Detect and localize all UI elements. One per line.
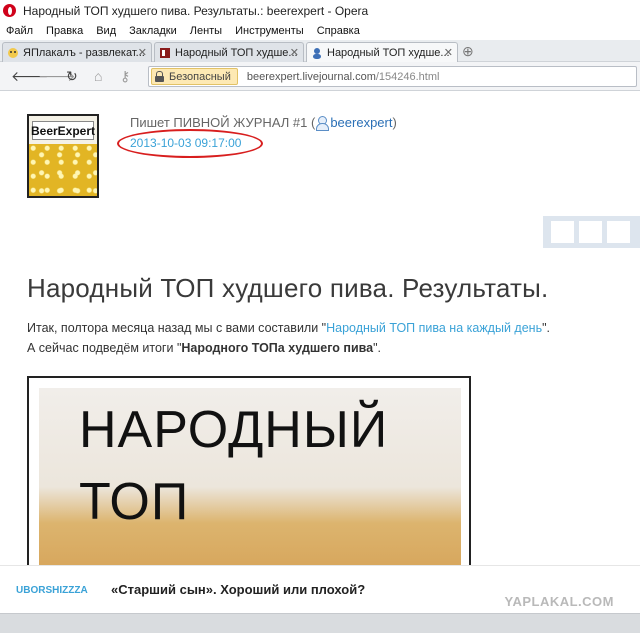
recommendation-title[interactable]: «Старший сын». Хороший или плохой?	[111, 582, 365, 597]
tab-yaplakal[interactable]: ЯПлакалъ - развлекат... ✕	[2, 42, 152, 62]
intro-bold-text: Народного ТОПа худшего пива	[181, 341, 374, 355]
security-badge[interactable]: Безопасный	[151, 68, 238, 85]
userpic-avatar[interactable]: BeerExpert	[27, 114, 99, 198]
tab-close-icon[interactable]: ✕	[138, 46, 147, 59]
menu-bookmarks[interactable]: Закладки	[129, 25, 177, 37]
livejournal-favicon-icon	[159, 47, 171, 59]
tab-label: ЯПлакалъ - развлекат...	[23, 46, 145, 59]
opera-logo-icon	[3, 4, 16, 17]
entry-title: Народный ТОП худшего пива. Результаты.	[27, 273, 549, 303]
menu-file[interactable]: Файл	[6, 25, 33, 37]
image-text-line1: НАРОДНЫЙ	[79, 401, 389, 459]
window-titlebar: Народный ТОП худшего пива. Результаты.: …	[0, 0, 640, 21]
author-username-link[interactable]: beerexpert	[330, 115, 392, 130]
post-author-line: Пишет ПИВНОЙ ЖУРНАЛ #1 (beerexpert)	[130, 115, 397, 131]
tab-beer-top-active[interactable]: Народный ТОП худше... ✕	[306, 42, 458, 62]
url-field[interactable]: Безопасный beerexpert.livejournal.com/15…	[148, 66, 637, 87]
image-text-line2: ТОП	[79, 473, 190, 531]
user-favicon-icon	[311, 47, 323, 59]
address-bar-row: 🡐 🡒 ↻ ⌂ ⚷ Безопасный beerexpert.livejour…	[0, 62, 640, 91]
menu-help[interactable]: Справка	[317, 25, 360, 37]
lock-icon	[155, 71, 164, 82]
tab-beer-top-1[interactable]: Народный ТОП худше... ✕	[154, 42, 304, 62]
date-highlight-ring	[117, 129, 263, 158]
menu-tools[interactable]: Инструменты	[235, 25, 304, 37]
page-content: BeerExpert Пишет ПИВНОЙ ЖУРНАЛ #1 (beere…	[0, 92, 640, 633]
tab-bar: ЯПлакалъ - развлекат... ✕ Народный ТОП х…	[0, 40, 640, 62]
tab-label: Народный ТОП худше...	[327, 46, 450, 59]
status-strip	[0, 613, 640, 633]
menu-view[interactable]: Вид	[96, 25, 116, 37]
recommendation-username[interactable]: UBORSHIZZZA	[16, 585, 88, 596]
window-title: Народный ТОП худшего пива. Результаты.: …	[23, 3, 369, 18]
yaplakal-favicon-icon	[7, 47, 19, 59]
new-tab-icon[interactable]: ⊕	[462, 43, 474, 60]
url-text: beerexpert.livejournal.com/154246.html	[246, 70, 440, 83]
share-button[interactable]	[551, 221, 574, 243]
menu-bar: Файл Правка Вид Закладки Ленты Инструмен…	[0, 21, 640, 40]
reload-icon[interactable]: ↻	[66, 68, 78, 85]
tab-label: Народный ТОП худше...	[175, 46, 298, 59]
home-icon[interactable]: ⌂	[94, 68, 102, 84]
share-button[interactable]	[607, 221, 630, 243]
share-toolbar	[543, 216, 640, 248]
tab-close-icon[interactable]: ✕	[444, 46, 453, 59]
top-beer-link[interactable]: Народный ТОП пива на каждый день	[326, 321, 542, 335]
tab-close-icon[interactable]: ✕	[290, 46, 299, 59]
entry-intro: Итак, полтора месяца назад мы с вами сос…	[27, 321, 551, 355]
menu-edit[interactable]: Правка	[46, 25, 83, 37]
userpic-label: BeerExpert	[31, 121, 95, 140]
menu-feeds[interactable]: Ленты	[190, 25, 222, 37]
share-button[interactable]	[579, 221, 602, 243]
key-icon[interactable]: ⚷	[120, 68, 130, 85]
watermark: YAPLAKAL.COM	[504, 594, 614, 609]
security-label: Безопасный	[169, 70, 231, 83]
user-icon[interactable]	[316, 116, 330, 131]
